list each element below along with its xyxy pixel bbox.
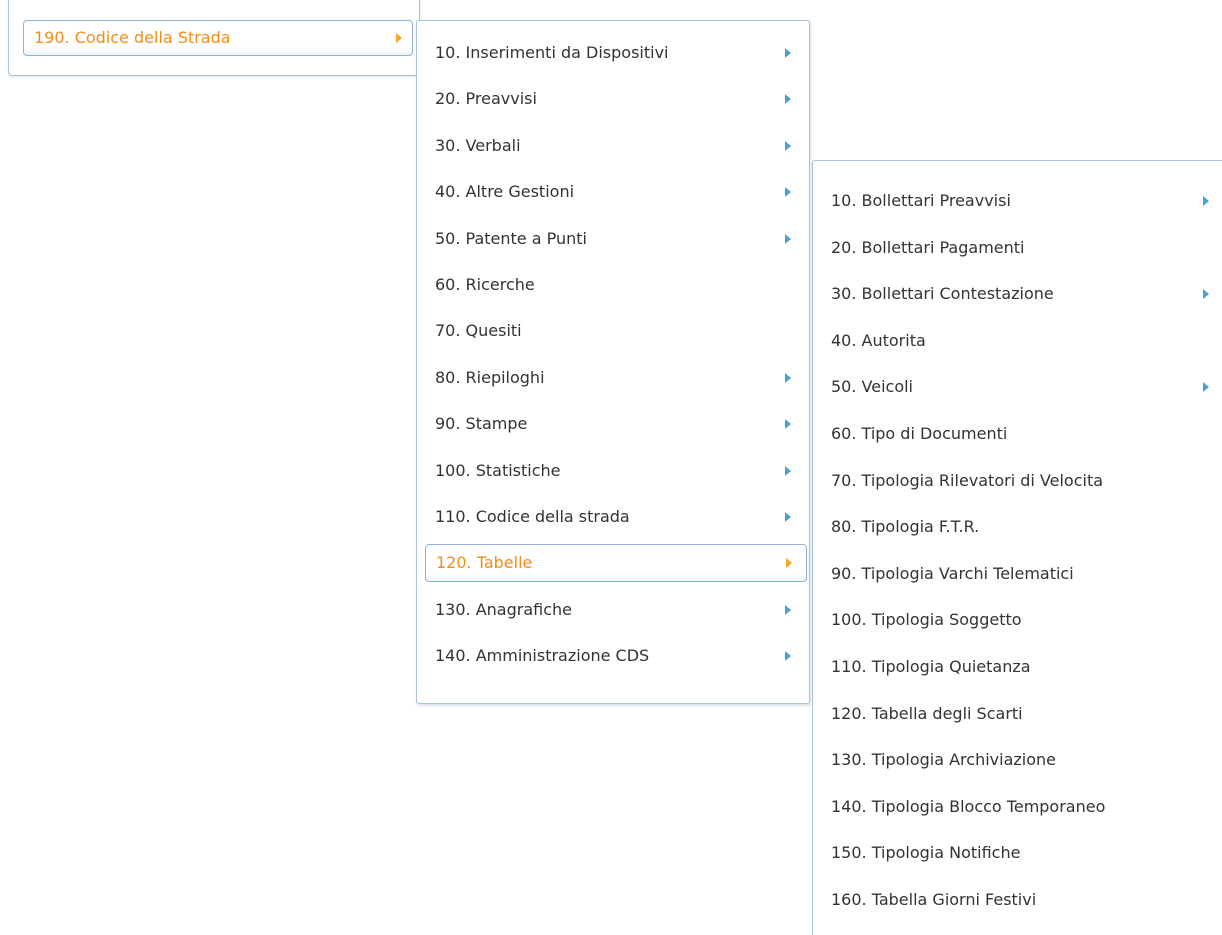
menu-item-label: 40. Autorita	[831, 330, 926, 350]
submenu-tabelle: 10. Bollettari Preavvisi 20. Bollettari P…	[812, 160, 1222, 935]
submenu-item-verbali[interactable]: 30. Verbali	[425, 127, 807, 165]
submenu-tabelle-item-bollettari-contestazione[interactable]: 30. Bollettari Contestazione	[821, 275, 1221, 313]
submenu-item-anagrafiche[interactable]: 130. Anagrafiche	[425, 591, 807, 629]
submenu-tabelle-item-tabella-degli-scarti[interactable]: 120. Tabella degli Scarti	[821, 695, 1221, 733]
submenu-arrow-icon	[785, 233, 791, 244]
menu-item-label: 70. Quesiti	[435, 321, 522, 341]
submenu-item-tabelle[interactable]: 120. Tabelle	[425, 544, 807, 583]
submenu-item-preavvisi[interactable]: 20. Preavvisi	[425, 80, 807, 118]
submenu-tabelle-item-tipologia-soggetto[interactable]: 100. Tipologia Soggetto	[821, 601, 1221, 639]
submenu-tabelle-item-tipo-di-documenti[interactable]: 60. Tipo di Documenti	[821, 415, 1221, 453]
submenu-tabelle-item-tipologia-quietanza[interactable]: 110. Tipologia Quietanza	[821, 648, 1221, 686]
submenu-item-patente-a-punti[interactable]: 50. Patente a Punti	[425, 220, 807, 258]
submenu-tabelle-item-tipologia-blocco-temporaneo[interactable]: 140. Tipologia Blocco Temporaneo	[821, 788, 1221, 826]
submenu-item-quesiti[interactable]: 70. Quesiti	[425, 312, 807, 350]
menu-item-label: 140. Tipologia Blocco Temporaneo	[831, 796, 1106, 816]
menu-item-label: 100. Tipologia Soggetto	[831, 610, 1022, 630]
menu-item-label: 20. Bollettari Pagamenti	[831, 237, 1025, 257]
menu-item-label: 140. Amministrazione CDS	[435, 646, 650, 666]
submenu-tabelle-item-tipologia-f-t-r[interactable]: 80. Tipologia F.T.R.	[821, 508, 1221, 546]
submenu-arrow-icon	[786, 558, 792, 569]
menu-item-label: 80. Riepiloghi	[435, 367, 545, 387]
submenu-tabelle-item-autorita[interactable]: 40. Autorita	[821, 322, 1221, 360]
menu-item-label: 110. Tipologia Quietanza	[831, 657, 1031, 676]
menu-item-label: 120. Tabella degli Scarti	[831, 703, 1023, 723]
menu-item-label: 30. Verbali	[435, 135, 521, 155]
menu-item-label: 40. Altre Gestioni	[435, 182, 575, 202]
menu-item-label: 60. Tipo di Documenti	[831, 424, 1008, 443]
menu-item-label: 30. Bollettari Contestazione	[831, 284, 1054, 304]
submenu-tabelle-item-veicoli[interactable]: 50. Veicoli	[821, 368, 1221, 406]
menu-item-label: 80. Tipologia F.T.R.	[831, 517, 980, 537]
menu-item-label: 10. Bollettari Preavvisi	[831, 191, 1011, 210]
menu-item-label: 120. Tabelle	[436, 553, 533, 573]
submenu-arrow-icon	[1203, 289, 1209, 300]
submenu-item-amministrazione-cds[interactable]: 140. Amministrazione CDS	[425, 637, 807, 675]
menu-item-label: 100. Statistiche	[435, 460, 561, 480]
submenu-arrow-icon	[785, 48, 791, 58]
submenu-arrow-icon	[1203, 382, 1209, 393]
submenu-arrow-icon	[396, 33, 402, 43]
menu-item-label: 50. Patente a Punti	[435, 228, 587, 248]
submenu-item-statistiche[interactable]: 100. Statistiche	[425, 452, 807, 490]
menu-item-label: 110. Codice della strada	[435, 507, 630, 526]
submenu-arrow-icon	[785, 465, 791, 476]
submenu-item-codice-della-strada[interactable]: 110. Codice della strada	[425, 498, 807, 536]
menu-item-label: 160. Tabella Giorni Festivi	[831, 890, 1037, 909]
submenu-tabelle-item-bollettari-preavvisi[interactable]: 10. Bollettari Preavvisi	[821, 182, 1221, 220]
menu-item-label: 20. Preavvisi	[435, 89, 537, 109]
submenu-tabelle-item-tabella-giorni-festivi[interactable]: 160. Tabella Giorni Festivi	[821, 881, 1221, 919]
submenu-codice-della-strada: 10. Inserimenti da Dispositivi 20. Preavv…	[416, 20, 810, 704]
submenu-item-riepiloghi[interactable]: 80. Riepiloghi	[425, 359, 807, 397]
submenu-item-altre-gestioni[interactable]: 40. Altre Gestioni	[425, 173, 807, 211]
submenu-arrow-icon	[785, 140, 791, 151]
menu-item-label: 130. Anagrafiche	[435, 599, 572, 619]
submenu-arrow-icon	[1203, 196, 1209, 206]
submenu-tabelle-item-bollettari-pagamenti[interactable]: 20. Bollettari Pagamenti	[821, 229, 1221, 267]
menu-item-label: 70. Tipologia Rilevatori di Velocita	[831, 470, 1104, 490]
submenu-arrow-icon	[785, 419, 791, 430]
submenu-item-ricerche[interactable]: 60. Ricerche	[425, 266, 807, 304]
menu-item-label: 10. Inserimenti da Dispositivi	[435, 43, 669, 62]
submenu-arrow-icon	[785, 372, 791, 383]
main-menu: 190. Codice della Strada	[8, 0, 420, 76]
menu-item-label: 130. Tipologia Archiviazione	[831, 750, 1056, 770]
submenu-item-stampe[interactable]: 90. Stampe	[425, 405, 807, 443]
submenu-arrow-icon	[785, 604, 791, 615]
submenu-tabelle-item-tipologia-varchi-telematici[interactable]: 90. Tipologia Varchi Telematici	[821, 555, 1221, 593]
menu-item-label: 50. Veicoli	[831, 377, 913, 397]
menu-item-label: 90. Stampe	[435, 414, 528, 434]
menu-item-label: 190. Codice della Strada	[34, 28, 231, 47]
menu-item-label: 90. Tipologia Varchi Telematici	[831, 563, 1074, 583]
menu-item-label: 150. Tipologia Notifiche	[831, 843, 1021, 863]
submenu-arrow-icon	[785, 512, 791, 522]
submenu-item-inserimenti-da-dispositivi[interactable]: 10. Inserimenti da Dispositivi	[425, 34, 807, 72]
submenu-tabelle-item-tipologia-archiviazione[interactable]: 130. Tipologia Archiviazione	[821, 741, 1221, 779]
submenu-arrow-icon	[785, 94, 791, 105]
main-menu-item-codice-della-strada[interactable]: 190. Codice della Strada	[23, 20, 413, 56]
submenu-tabelle-item-tipologia-notifiche[interactable]: 150. Tipologia Notifiche	[821, 834, 1221, 872]
submenu-arrow-icon	[785, 651, 791, 662]
submenu-tabelle-item-tipologia-rilevatori-di-velocita[interactable]: 70. Tipologia Rilevatori di Velocita	[821, 462, 1221, 500]
submenu-arrow-icon	[785, 187, 791, 198]
menu-item-label: 60. Ricerche	[435, 275, 535, 294]
